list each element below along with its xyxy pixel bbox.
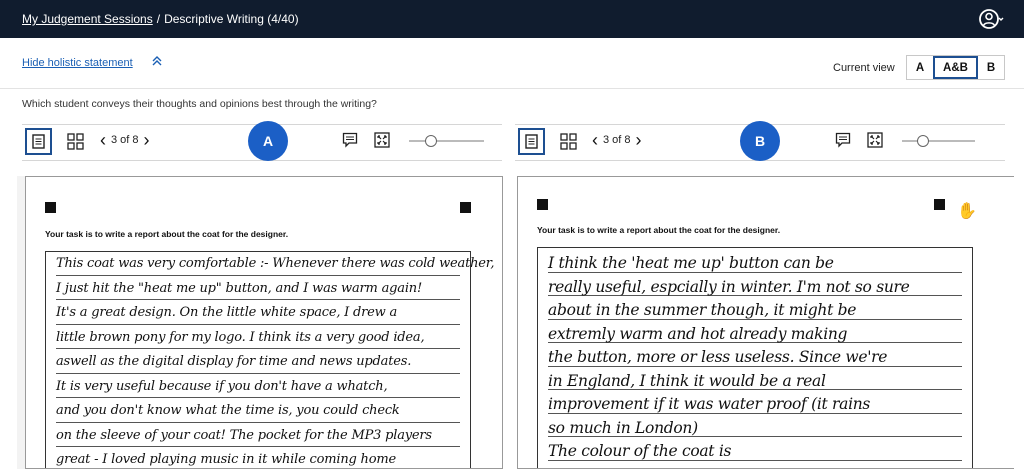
breadcrumb-current: Descriptive Writing (4/40) xyxy=(164,12,299,26)
handwritten-line: extremly warm and hot already making xyxy=(548,324,848,343)
script-badge-b: B xyxy=(740,121,780,161)
script-document-b[interactable]: Your task is to write a report about the… xyxy=(517,176,1014,469)
handwritten-line: about in the summer though, it might be xyxy=(548,301,857,319)
registration-mark-right-b xyxy=(934,199,945,210)
pager-b: ‹ 3 of 8 › xyxy=(592,131,642,149)
handwritten-line: aswell as the digital display for time a… xyxy=(56,354,412,369)
ruled-line xyxy=(56,323,460,325)
previous-page-chevron-icon-b[interactable]: ‹ xyxy=(592,131,598,149)
script-document-a[interactable]: Your task is to write a report about the… xyxy=(25,176,503,469)
registration-mark-right-a xyxy=(460,202,471,213)
handwritten-line: It's a great design. On the little white… xyxy=(56,305,398,320)
handwritten-line: improvement if it was water proof (it ra… xyxy=(548,395,871,413)
document-a-gutter xyxy=(17,176,25,469)
ruled-line xyxy=(56,348,460,349)
handwritten-line: The colour of the coat is xyxy=(548,442,732,460)
fullscreen-icon-a[interactable] xyxy=(373,131,391,149)
task-prompt-b: Your task is to write a report about the… xyxy=(537,225,781,235)
breadcrumb-judgement-sessions-link[interactable]: My Judgement Sessions xyxy=(22,12,153,26)
zoom-slider-b[interactable] xyxy=(902,135,975,147)
handwritten-line: the button, more or less useless. Since … xyxy=(548,348,888,366)
single-page-view-button-b[interactable] xyxy=(518,128,545,155)
page-indicator-a: 3 of 8 xyxy=(111,134,139,146)
zoom-slider-thumb-b[interactable] xyxy=(917,135,929,147)
pager-a: ‹ 3 of 8 › xyxy=(100,131,150,149)
handwritten-line: and you don't know what the time is, you… xyxy=(56,403,400,418)
current-view-label: Current view xyxy=(833,62,895,74)
comparison-question: Which student conveys their thoughts and… xyxy=(22,98,377,110)
hide-holistic-statement-link[interactable]: Hide holistic statement xyxy=(22,57,133,69)
handwritten-line: great - I loved playing music in it whil… xyxy=(56,452,396,467)
handwritten-line: on the sleeve of your coat! The pocket f… xyxy=(56,427,432,443)
header-divider xyxy=(0,88,1024,89)
zoom-slider-thumb-a[interactable] xyxy=(425,135,437,147)
script-badge-a: A xyxy=(248,121,288,161)
handwritten-line: really useful, espcially in winter. I'm … xyxy=(548,277,910,296)
hand-cursor-icon: ✋ xyxy=(957,203,977,220)
answer-box-b: I think the 'heat me up' button can be re… xyxy=(537,247,973,468)
view-toggle: A A&B B xyxy=(906,55,1005,80)
zoom-slider-track-b xyxy=(902,140,975,142)
ruled-line xyxy=(56,372,460,374)
ruled-line xyxy=(56,446,460,447)
ruled-line xyxy=(56,397,460,398)
grid-view-icon-b[interactable] xyxy=(557,130,579,152)
handwritten-line: little brown pony for my logo. I think i… xyxy=(56,329,425,345)
comment-icon-b[interactable] xyxy=(834,131,852,149)
breadcrumb-separator: / xyxy=(156,12,161,26)
answer-box-a: This coat was very comfortable :- Whenev… xyxy=(45,251,494,468)
view-option-a-and-b[interactable]: A&B xyxy=(933,56,978,79)
handwritten-line: so much in London) xyxy=(548,418,698,437)
grid-view-icon-a[interactable] xyxy=(64,130,86,152)
handwritten-line: in England, I think it would be a real xyxy=(548,371,826,390)
previous-page-chevron-icon-a[interactable]: ‹ xyxy=(100,131,106,149)
task-prompt-a: Your task is to write a report about the… xyxy=(45,229,289,239)
user-circle-icon[interactable] xyxy=(978,7,1004,31)
view-option-a[interactable]: A xyxy=(907,56,933,79)
handwritten-line: It is very useful because if you don't h… xyxy=(56,378,388,394)
zoom-slider-track-a xyxy=(409,140,484,142)
handwritten-line: I think the 'heat me up' button can be xyxy=(548,254,834,272)
next-page-chevron-icon-b[interactable]: › xyxy=(636,131,642,149)
ruled-line xyxy=(56,299,460,300)
comment-icon-a[interactable] xyxy=(341,131,359,149)
ruled-line xyxy=(56,421,460,423)
chevron-up-double-icon[interactable] xyxy=(151,55,163,70)
registration-mark-left-b xyxy=(537,199,548,210)
next-page-chevron-icon-a[interactable]: › xyxy=(144,131,150,149)
handwritten-line: I just hit the "heat me up" button, and … xyxy=(56,280,422,296)
registration-mark-left-a xyxy=(45,202,56,213)
top-bar: My Judgement Sessions / Descriptive Writ… xyxy=(0,0,1024,38)
zoom-slider-a[interactable] xyxy=(409,135,484,147)
ruled-line xyxy=(56,274,460,276)
view-option-b[interactable]: B xyxy=(978,56,1004,79)
page-indicator-b: 3 of 8 xyxy=(603,134,631,146)
handwritten-line: This coat was very comfortable :- Whenev… xyxy=(56,256,495,271)
single-page-view-button-a[interactable] xyxy=(25,128,52,155)
fullscreen-icon-b[interactable] xyxy=(866,131,884,149)
